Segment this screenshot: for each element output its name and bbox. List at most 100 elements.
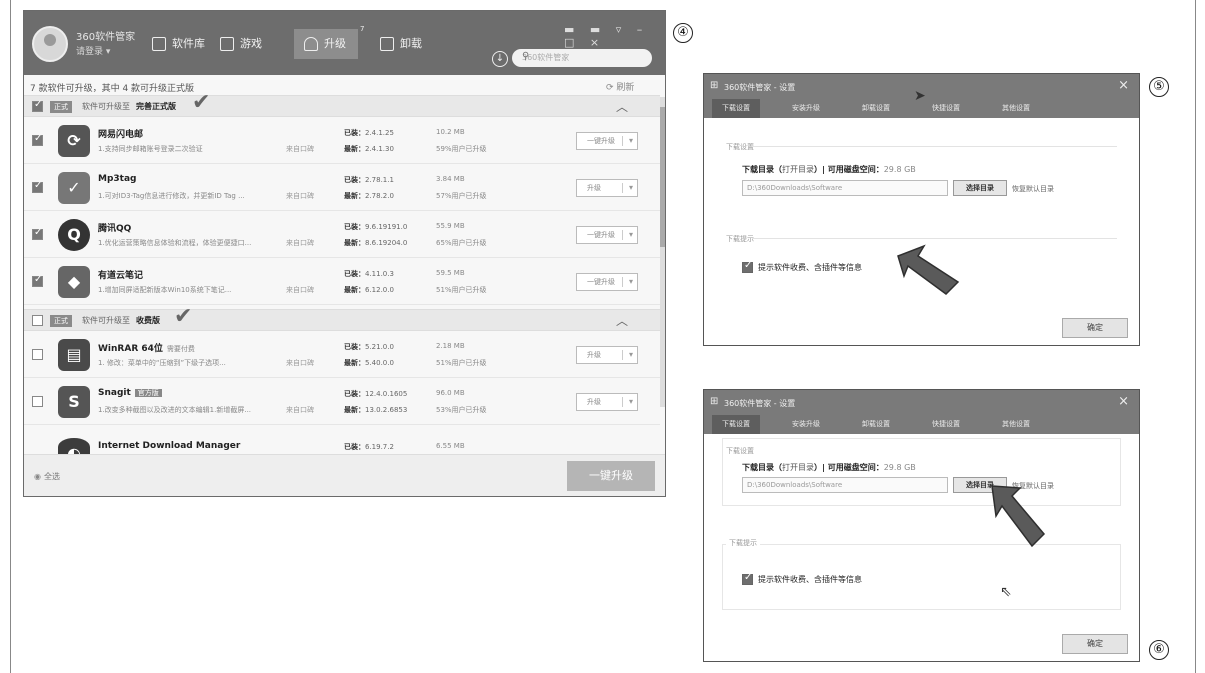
search-icon[interactable]: ⚲	[522, 51, 646, 62]
chevron-up-icon[interactable]: ︿	[616, 312, 628, 329]
close-icon[interactable]: ×	[1118, 394, 1129, 409]
table-row: ◆ 有道云笔记 1.增加同屏适配新版本Win10系统下笔记... 来自口碑 已装…	[24, 259, 660, 305]
select-all-toggle[interactable]: 全选	[34, 471, 60, 482]
installed-version: 已装：9.6.19191.0	[344, 223, 408, 231]
reset-default-dir-link[interactable]: 恢复默认目录	[1012, 184, 1054, 194]
window-controls[interactable]: ▬ ▬ ▿ – □ ×	[564, 23, 665, 49]
latest-version: 最新：2.4.1.30	[344, 145, 394, 153]
installed-version: 已装：2.78.1.1	[344, 176, 394, 184]
latest-version: 最新：6.12.0.0	[344, 286, 394, 294]
tab-install-upgrade[interactable]: 安装升级	[782, 99, 830, 118]
upgrade-button[interactable]: 升级	[576, 346, 638, 364]
file-size: 2.18 MB	[436, 342, 465, 350]
open-dir-link[interactable]: 打开目录	[782, 165, 814, 174]
group-checkbox[interactable]	[32, 99, 43, 112]
upgrade-percent: 51%用户已升级	[436, 286, 487, 294]
download-path-field[interactable]: D:\360Downloads\Software	[742, 477, 948, 493]
app-name: Mp3tag	[98, 174, 137, 184]
upgrade-button[interactable]: 一键升级	[576, 273, 638, 291]
row-checkbox[interactable]	[32, 396, 43, 407]
app-name: 有道云笔记	[98, 271, 144, 281]
choose-dir-button[interactable]: 选择目录	[953, 180, 1007, 196]
settings-title: 360软件管家 - 设置	[724, 399, 796, 408]
free-space-value: 29.8 GB	[883, 165, 916, 174]
download-dir-label: 下载目录（打开目录）| 可用磁盘空间：29.8 GB	[742, 165, 916, 174]
chevron-up-icon[interactable]: ︿	[616, 98, 628, 115]
app-grid-icon: ⊞	[710, 80, 719, 91]
source-link[interactable]: 来自口碑	[286, 191, 314, 201]
source-link[interactable]: 来自口碑	[286, 405, 314, 415]
show-fee-plugin-checkbox[interactable]	[742, 572, 753, 585]
tab-label: 软件库	[172, 37, 205, 50]
show-fee-plugin-checkbox[interactable]	[742, 260, 753, 273]
tab-other-settings[interactable]: 其他设置	[992, 415, 1040, 434]
source-link[interactable]: 来自口碑	[286, 285, 314, 295]
settings-window-step5: ⊞ 360软件管家 - 设置 × 下载设置 安装升级 卸载设置 快捷设置 其他设…	[703, 73, 1140, 346]
open-dir-link[interactable]: 打开目录	[782, 463, 814, 472]
grid-icon	[152, 37, 166, 51]
login-dropdown[interactable]: 请登录 ▾	[76, 44, 110, 57]
source-link[interactable]: 来自口碑	[286, 144, 314, 154]
refresh-button[interactable]: ⟳ 刷新	[606, 80, 634, 93]
search-input[interactable]: 360软件管家 ⚲	[512, 49, 652, 67]
tab-other-settings[interactable]: 其他设置	[992, 99, 1040, 118]
settings-title-bar: ⊞ 360软件管家 - 设置 × 下载设置 安装升级 卸载设置 快捷设置 其他设…	[704, 390, 1139, 434]
tab-label: 游戏	[240, 37, 262, 50]
ok-button[interactable]: 确定	[1062, 318, 1128, 338]
row-checkbox[interactable]	[32, 133, 43, 146]
upgrade-button[interactable]: 升级	[576, 179, 638, 197]
tab-download-settings[interactable]: 下载设置	[712, 415, 760, 434]
installed-version: 已装：5.21.0.0	[344, 343, 394, 351]
official-badge: 官方版	[134, 389, 162, 397]
tab-uninstall[interactable]: 卸载	[380, 29, 422, 59]
upgrade-summary: 7 款软件可升级，其中 4 款可升级正式版	[30, 84, 195, 94]
download-icon[interactable]: ↓	[492, 51, 508, 67]
row-checkbox[interactable]	[32, 349, 43, 360]
group-text: 软件可升级至 收费版	[82, 316, 160, 325]
download-path-field[interactable]: D:\360Downloads\Software	[742, 180, 948, 196]
upgrade-button[interactable]: 升级	[576, 393, 638, 411]
ok-button[interactable]: 确定	[1062, 634, 1128, 654]
section-download-heading: 下载设置	[726, 447, 754, 455]
scrollbar[interactable]	[660, 97, 665, 407]
row-checkbox[interactable]	[32, 227, 43, 240]
section-tips-heading: 下载提示	[726, 235, 754, 243]
tab-install-upgrade[interactable]: 安装升级	[782, 415, 830, 434]
upgrade-button[interactable]: 一键升级	[576, 132, 638, 150]
source-link[interactable]: 来自口碑	[286, 358, 314, 368]
mouse-pointer-icon: ➤	[914, 88, 926, 104]
source-link[interactable]: 来自口碑	[286, 238, 314, 248]
tab-uninstall-settings[interactable]: 卸载设置	[852, 99, 900, 118]
download-dir-label: 下载目录（打开目录）| 可用磁盘空间：29.8 GB	[742, 463, 916, 472]
upgrade-percent: 53%用户已升级	[436, 406, 487, 414]
group-checkbox[interactable]	[32, 315, 43, 326]
tab-shortcut-settings[interactable]: 快捷设置	[922, 99, 970, 118]
app-grid-icon: ⊞	[710, 396, 719, 407]
avatar[interactable]	[32, 26, 68, 62]
gamepad-icon	[220, 37, 234, 51]
group-header-paid[interactable]: 正式 软件可升级至 收费版 ✔ ︿	[24, 304, 660, 331]
upgrade-all-button[interactable]: 一键升级	[567, 461, 655, 491]
row-checkbox[interactable]	[32, 180, 43, 193]
upgrade-percent: 51%用户已升级	[436, 359, 487, 367]
app-name: Internet Download Manager	[98, 441, 241, 451]
tab-uninstall-settings[interactable]: 卸载设置	[852, 415, 900, 434]
latest-version: 最新：5.40.0.0	[344, 359, 394, 367]
close-icon[interactable]: ×	[1118, 78, 1129, 93]
tab-download-settings[interactable]: 下载设置	[712, 99, 760, 118]
file-size: 96.0 MB	[436, 389, 465, 397]
tab-upgrade[interactable]: 升级	[294, 29, 358, 59]
upgrade-button[interactable]: 一键升级	[576, 226, 638, 244]
checkbox-label: 提示软件收费、含插件等信息	[758, 263, 862, 272]
tab-shortcut-settings[interactable]: 快捷设置	[922, 415, 970, 434]
settings-window-step6: ⊞ 360软件管家 - 设置 × 下载设置 安装升级 卸载设置 快捷设置 其他设…	[703, 389, 1140, 662]
group-header-formal[interactable]: 正式 软件可升级至完善正式版 ✔ ︿	[24, 90, 660, 117]
tab-games[interactable]: 游戏	[220, 29, 262, 59]
netease-mail-icon: ⟳	[58, 125, 90, 157]
latest-version: 最新：8.6.19204.0	[344, 239, 408, 247]
paid-note: 需要付费	[166, 345, 195, 353]
youdao-note-icon: ◆	[58, 266, 90, 298]
tab-software-library[interactable]: 软件库	[152, 29, 205, 59]
row-checkbox[interactable]	[32, 274, 43, 287]
scrollbar-thumb[interactable]	[660, 107, 665, 247]
